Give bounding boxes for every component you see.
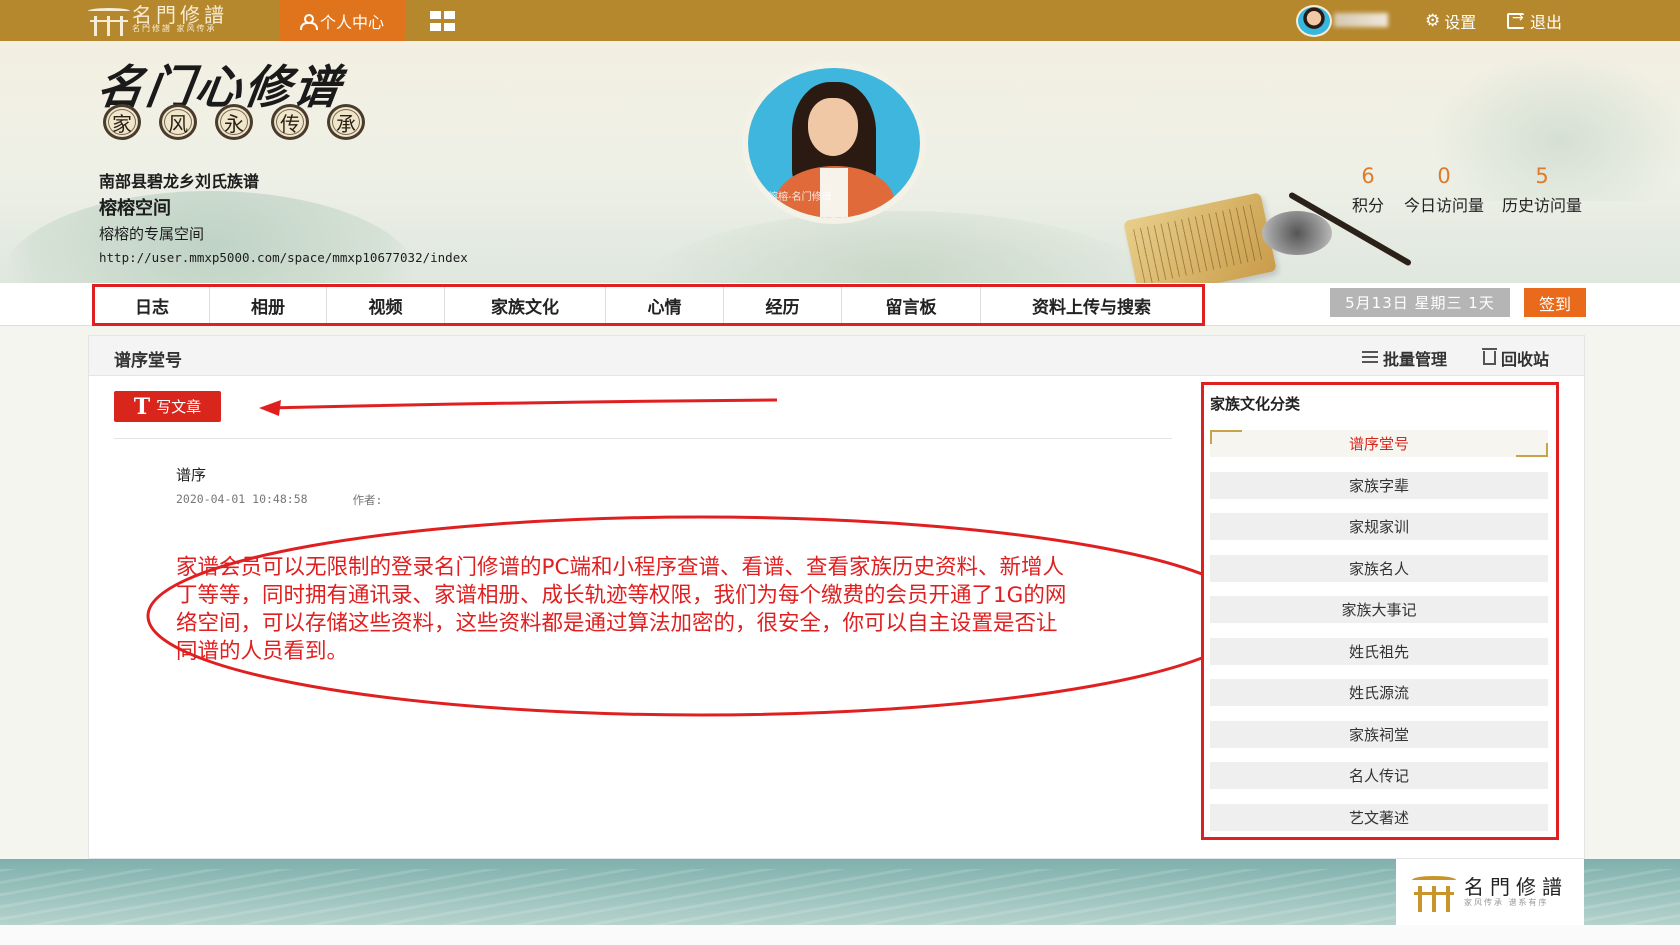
content-panel: 谱序堂号 批量管理 回收站 T 写文章 谱序 2020-04-01 10:48:… [88, 335, 1585, 859]
logout-label: 退出 [1530, 13, 1563, 32]
bottom-strip [0, 925, 1680, 945]
space-stats: 6 积分 0 今日访问量 5 历史访问量 [1346, 164, 1588, 216]
settings-label: 设置 [1444, 13, 1477, 32]
batch-manage-button[interactable]: 批量管理 [1362, 346, 1447, 370]
article-meta: 2020-04-01 10:48:58 作者: [176, 492, 383, 508]
footer-logo-text: 名門修譜 家风传承 谱系有序 [1464, 875, 1568, 907]
logout-icon [1507, 10, 1524, 29]
category-item-active[interactable]: 谱序堂号 [1210, 430, 1548, 457]
profile-photo[interactable]: 榕榕-名门修谱 [748, 68, 920, 218]
clan-name: 南部县碧龙乡刘氏族谱 [99, 172, 260, 191]
stat-value: 6 [1361, 164, 1375, 188]
tab-experience[interactable]: 经历 [724, 287, 842, 323]
tab-video[interactable]: 视频 [327, 287, 445, 323]
annotation-note: 家谱会员可以无限制的登录名门修谱的PC端和小程序查谱、看谱、查看家族历史资料、新… [176, 555, 1067, 664]
user-avatar[interactable] [1296, 5, 1332, 37]
category-item[interactable]: 家族大事记 [1210, 596, 1548, 623]
scroll-decoration [1123, 192, 1277, 283]
trash-icon [1482, 348, 1497, 365]
apps-grid-icon[interactable] [430, 11, 456, 31]
recycle-bin-label: 回收站 [1501, 350, 1550, 369]
username-blurred [1334, 13, 1388, 27]
article-date: 2020-04-01 10:48:58 [176, 492, 308, 506]
top-navigation-bar: 名門修譜 名門修譜 家风传承 个人中心 ⚙ 设置 退出 [0, 0, 1680, 41]
profile-banner: 名门心修谱 家 风 永 传 承 南部县碧龙乡刘氏族谱 榕榕空间 榕榕的专属空间 … [0, 41, 1680, 283]
stat-today-visits: 0 今日访问量 [1396, 164, 1492, 216]
gear-icon: ⚙ [1425, 11, 1441, 31]
category-item[interactable]: 姓氏源流 [1210, 679, 1548, 706]
tab-journal[interactable]: 日志 [95, 287, 210, 323]
tab-mood[interactable]: 心情 [606, 287, 724, 323]
category-item[interactable]: 家族字辈 [1210, 471, 1548, 499]
space-title: 榕榕空间 [99, 198, 171, 219]
signin-button[interactable]: 签到 [1524, 288, 1586, 317]
stat-points: 6 积分 [1346, 164, 1390, 216]
stat-label: 今日访问量 [1403, 196, 1484, 215]
motto-char: 永 [215, 104, 253, 140]
personal-center-tab[interactable]: 个人中心 [279, 0, 405, 41]
category-list: 谱序堂号 家族字辈 家规家训 家族名人 家族大事记 姓氏祖先 姓氏源流 家族祠堂… [1210, 430, 1548, 845]
space-tabs-row: 日志 相册 视频 家族文化 心情 经历 留言板 资料上传与搜索 5月13日 星期… [0, 283, 1680, 326]
space-url[interactable]: http://user.mmxp5000.com/space/mmxp10677… [99, 250, 468, 265]
motto-char: 风 [159, 104, 197, 140]
motto-seals: 家 风 永 传 承 [103, 104, 365, 140]
family-culture-categories: 家族文化分类 谱序堂号 家族字辈 家规家训 家族名人 家族大事记 姓氏祖先 姓氏… [1201, 382, 1559, 840]
footer-logo: 名門修譜 家风传承 谱系有序 [1396, 859, 1584, 925]
category-item[interactable]: 姓氏祖先 [1210, 637, 1548, 665]
category-item[interactable]: 家族祠堂 [1210, 720, 1548, 748]
list-icon [1362, 351, 1378, 365]
write-article-button[interactable]: T 写文章 [114, 391, 221, 422]
categories-title: 家族文化分类 [1210, 395, 1301, 413]
panel-header: 谱序堂号 批量管理 回收站 [89, 336, 1584, 376]
date-badge: 5月13日 星期三 1天 [1330, 288, 1510, 317]
batch-manage-label: 批量管理 [1383, 350, 1448, 369]
category-item[interactable]: 家族名人 [1210, 554, 1548, 582]
gate-logo-icon [1412, 872, 1456, 912]
settings-link[interactable]: ⚙ 设置 [1425, 9, 1476, 33]
tab-upload-search[interactable]: 资料上传与搜索 [981, 287, 1202, 323]
personal-center-label: 个人中心 [319, 12, 384, 32]
annotation-arrow [259, 398, 778, 416]
stat-total-visits: 5 历史访问量 [1496, 164, 1588, 216]
tab-album[interactable]: 相册 [210, 287, 327, 323]
site-logo[interactable]: 名門修譜 名門修譜 家风传承 [86, 3, 236, 37]
article-author-label: 作者: [352, 493, 383, 507]
divider [114, 438, 1172, 439]
category-item[interactable]: 家规家训 [1210, 513, 1548, 540]
logout-link[interactable]: 退出 [1507, 9, 1562, 33]
category-item[interactable]: 名人传记 [1210, 762, 1548, 789]
text-t-icon: T [133, 393, 151, 420]
photo-watermark: 榕榕-名门修谱 [768, 192, 832, 203]
article-title[interactable]: 谱序 [176, 464, 206, 485]
panel-title: 谱序堂号 [114, 351, 182, 371]
gate-logo-icon [86, 4, 132, 36]
write-article-label: 写文章 [156, 398, 202, 416]
stat-label: 历史访问量 [1501, 196, 1582, 215]
recycle-bin-button[interactable]: 回收站 [1482, 346, 1550, 370]
motto-char: 承 [327, 104, 365, 140]
stat-label: 积分 [1351, 196, 1384, 215]
logo-text: 名門修譜 名門修譜 家风传承 [132, 3, 228, 33]
stat-value: 0 [1437, 164, 1451, 188]
category-item[interactable]: 艺文著述 [1210, 803, 1548, 831]
motto-char: 家 [103, 104, 141, 140]
tab-message-board[interactable]: 留言板 [842, 287, 981, 323]
footer: 名門修譜 家风传承 谱系有序 [0, 859, 1680, 925]
space-subtitle: 榕榕的专属空间 [99, 225, 205, 243]
motto-char: 传 [271, 104, 309, 140]
space-tabs: 日志 相册 视频 家族文化 心情 经历 留言板 资料上传与搜索 [92, 284, 1205, 326]
user-icon [299, 13, 318, 30]
tab-family-culture[interactable]: 家族文化 [445, 287, 606, 323]
inkstone-decoration [1262, 211, 1332, 255]
stat-value: 5 [1535, 164, 1549, 188]
